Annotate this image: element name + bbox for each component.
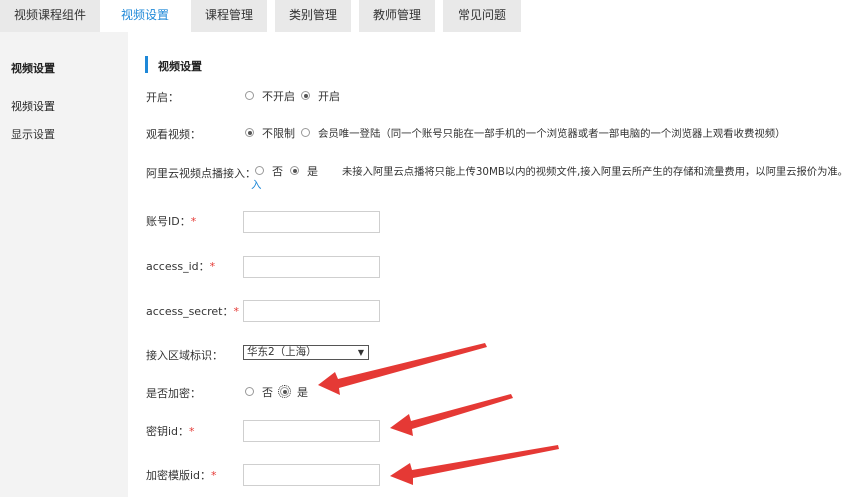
arrow-to-key-id — [390, 394, 513, 436]
arrow-to-encrypt — [318, 343, 487, 395]
annotation-arrows — [318, 343, 559, 485]
arrow-to-template-id — [390, 445, 559, 485]
